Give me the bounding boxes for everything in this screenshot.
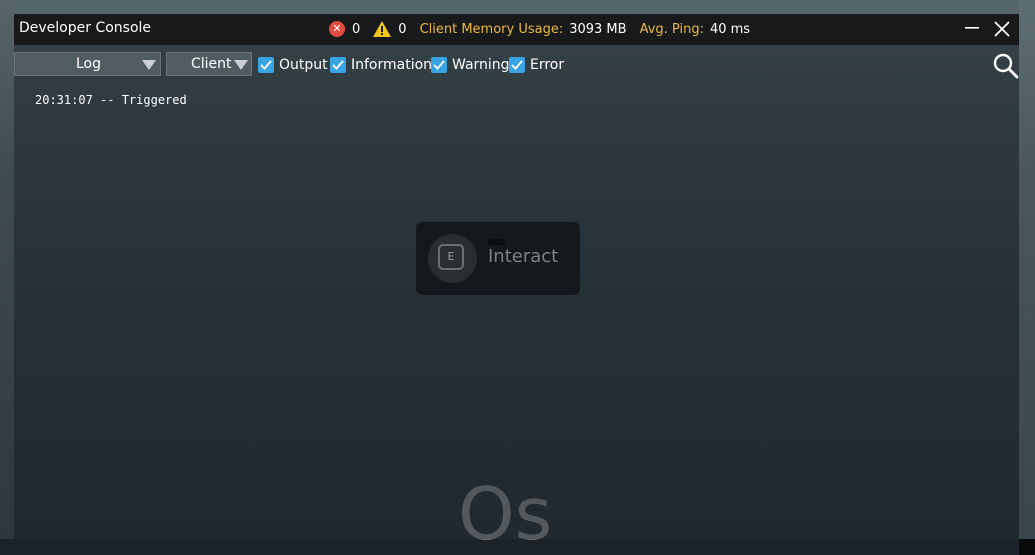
- context-dropdown[interactable]: Client: [166, 52, 252, 76]
- log-entry: 20:31:07 -- Triggered: [35, 93, 187, 107]
- search-button[interactable]: [992, 52, 1020, 80]
- keybind-key: E: [438, 244, 464, 270]
- view-dropdown-label: Log: [76, 56, 102, 72]
- close-icon: [994, 21, 1010, 37]
- close-button[interactable]: [992, 19, 1012, 39]
- background-top: [0, 0, 1035, 14]
- chevron-down-icon: [234, 60, 248, 70]
- ping-value: 40 ms: [709, 21, 751, 37]
- filter-output-label: Output: [279, 56, 328, 73]
- warning-triangle-icon: [373, 21, 392, 37]
- checkmark-icon: [431, 56, 447, 73]
- prompt-decoration: [488, 239, 505, 245]
- filter-warning-checkbox[interactable]: Warning: [431, 56, 510, 73]
- interact-prompt[interactable]: E Interact: [416, 222, 580, 295]
- checkmark-icon: [330, 56, 346, 73]
- search-icon: [993, 53, 1019, 79]
- warning-count: 0: [398, 21, 407, 37]
- context-dropdown-label: Client: [191, 56, 232, 72]
- memory-value: 3093 MB: [569, 21, 627, 37]
- checkmark-icon: [258, 56, 274, 73]
- interact-action-label: Interact: [488, 246, 559, 267]
- filter-output-checkbox[interactable]: Output: [258, 56, 328, 73]
- filter-information-checkbox[interactable]: Information: [330, 56, 432, 73]
- view-dropdown[interactable]: Log: [14, 52, 161, 76]
- filter-error-label: Error: [530, 56, 565, 73]
- error-count: 0: [352, 21, 361, 37]
- error-circle-icon: ✕: [329, 21, 345, 37]
- console-titlebar[interactable]: Developer Console ✕ 0 0 Client Memory Us…: [14, 14, 1019, 45]
- stats-bar: ✕ 0 0 Client Memory Usage: 3093 MB Avg. …: [329, 19, 750, 39]
- filter-warning-label: Warning: [452, 56, 510, 73]
- background-left: [0, 0, 14, 555]
- minimize-button[interactable]: [962, 19, 982, 39]
- keybind-circle: E: [428, 234, 477, 283]
- minimize-icon: [965, 27, 979, 29]
- chevron-down-icon: [142, 60, 156, 70]
- window-title: Developer Console: [19, 20, 152, 36]
- checkmark-icon: [509, 56, 525, 73]
- filter-information-label: Information: [351, 56, 433, 73]
- memory-label: Client Memory Usage:: [419, 21, 564, 37]
- filter-error-checkbox[interactable]: Error: [509, 56, 564, 73]
- ping-label: Avg. Ping:: [639, 21, 704, 37]
- background-corner: [1019, 539, 1035, 555]
- background-right: [1019, 0, 1035, 555]
